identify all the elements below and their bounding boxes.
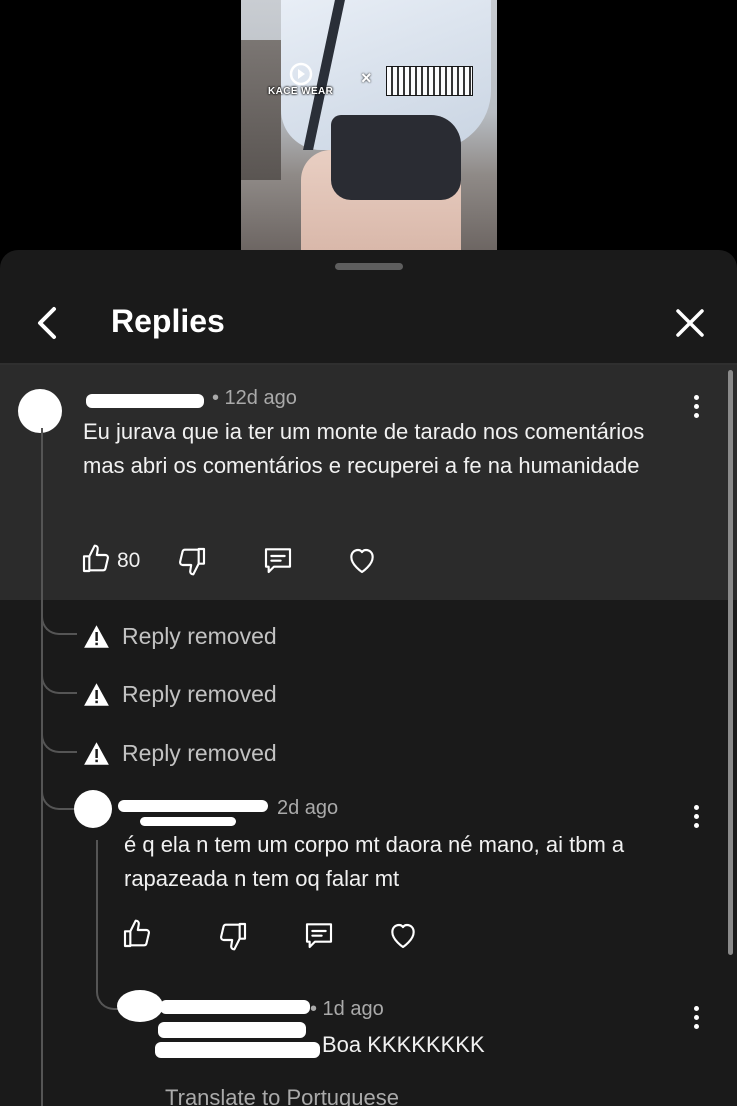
removed-reply-label: Reply removed [122,680,277,707]
thumbs-down-icon [219,922,247,951]
thread-line-nested [96,840,98,990]
redacted-mention[interactable] [155,1042,320,1058]
page-title: Replies [111,303,225,339]
dislike-button[interactable] [217,920,249,952]
like-button[interactable] [121,918,153,950]
reply-button[interactable] [303,919,335,951]
like-button[interactable] [80,543,112,575]
redacted-mention[interactable] [158,1022,306,1038]
reply-text: é q ela n tem um corpo mt daora né mano,… [124,832,625,891]
redacted-username[interactable] [160,1000,310,1014]
reply-timestamp: 2d ago [277,797,339,819]
removed-reply: Reply removed [83,677,277,711]
heart-icon [391,923,415,949]
comment-text: Eu jurava que ia ter um monte de tarado … [83,419,645,478]
back-button[interactable] [28,303,68,343]
drag-handle[interactable] [335,263,403,270]
redacted-username[interactable] [118,800,268,812]
thread-branch [41,770,77,810]
more-options-button[interactable] [691,395,701,421]
sheet-header: Replies [0,275,737,363]
heart-button[interactable] [346,544,378,576]
removed-reply: Reply removed [83,736,277,770]
thumbs-up-icon [82,544,110,573]
warning-icon [84,682,109,706]
replies-sheet: Replies • 12d ago Eu jurava que ia ter u… [0,250,737,1106]
redacted-username [140,817,236,826]
video-preview[interactable]: KACE WEAR × [241,0,497,250]
removed-reply: Reply removed [83,619,277,653]
thread-branch [41,655,77,694]
comment-timestamp: • 12d ago [212,387,297,409]
thread-line [41,428,43,1106]
like-count: 80 [117,549,141,572]
close-icon [676,309,704,337]
collab-x: × [361,68,372,88]
reply-button[interactable] [262,544,294,576]
dislike-button[interactable] [176,545,208,577]
brand-logo-icon [289,62,312,86]
removed-reply-label: Reply removed [122,622,277,649]
brand-watermark: KACE WEAR [268,62,333,97]
reply-text: Boa KKKKKKKK [322,1032,485,1057]
video-figure-shorts [331,115,461,200]
thumbs-up-icon [123,919,151,948]
parent-comment: • 12d ago Eu jurava que ia ter um monte … [0,365,737,600]
thread-branch [41,600,77,635]
redacted-username[interactable] [86,394,204,408]
chevron-left-icon [38,307,56,339]
close-button[interactable] [670,303,710,343]
comment-icon [264,548,292,574]
comment-icon [305,923,333,949]
avatar[interactable] [18,389,62,433]
reply-timestamp: • 1d ago [310,998,384,1020]
warning-icon [84,624,109,648]
avatar[interactable] [117,990,163,1022]
background-shelf [241,40,281,180]
heart-icon [350,548,374,574]
removed-reply-label: Reply removed [122,739,277,766]
thread-branch [41,714,77,753]
brand-name: KACE WEAR [268,86,334,97]
heart-button[interactable] [387,919,419,951]
more-options-button[interactable] [691,1006,701,1032]
thumbs-down-icon [178,547,206,576]
collab-logo [386,66,473,96]
avatar[interactable] [74,790,112,828]
translate-link[interactable]: Translate to Portuguese [165,1085,399,1106]
warning-icon [84,741,109,765]
scrollbar[interactable] [728,370,733,955]
